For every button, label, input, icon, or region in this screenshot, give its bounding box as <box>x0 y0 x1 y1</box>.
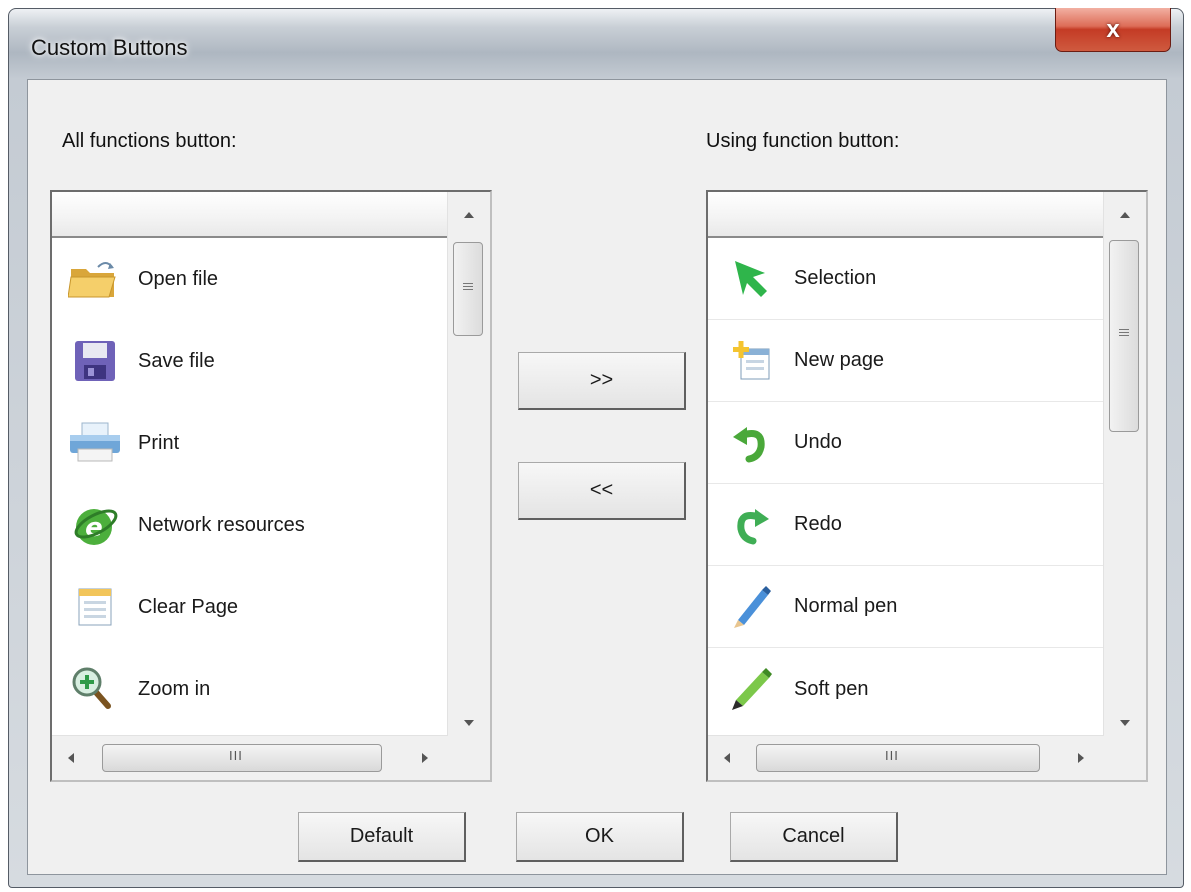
scroll-up-icon[interactable] <box>464 212 474 218</box>
clear-page-icon <box>68 584 122 630</box>
scroll-down-icon[interactable] <box>1120 720 1130 726</box>
horizontal-scrollbar[interactable]: III <box>708 735 1104 780</box>
list-item-label: Network resources <box>138 513 305 536</box>
list-item-label: Soft pen <box>794 677 869 700</box>
list-item-soft-pen[interactable]: Soft pen <box>708 648 1104 730</box>
list-item-undo[interactable]: Undo <box>708 402 1104 484</box>
list-header <box>708 192 1104 238</box>
list-item-new-page[interactable]: New page <box>708 320 1104 402</box>
scroll-up-icon[interactable] <box>1120 212 1130 218</box>
list-item-save-file[interactable]: Save file <box>52 320 448 402</box>
scroll-left-icon[interactable] <box>68 753 74 763</box>
remove-button-label: << <box>589 479 614 501</box>
list-item-label: Open file <box>138 267 219 290</box>
vertical-scroll-thumb[interactable] <box>453 242 483 336</box>
redo-icon <box>724 502 778 548</box>
scroll-right-icon[interactable] <box>422 753 428 763</box>
scroll-left-icon[interactable] <box>724 753 730 763</box>
cancel-button[interactable]: Cancel <box>730 812 898 862</box>
ok-button-label: OK <box>585 825 614 847</box>
dialog-body: All functions button: Using function but… <box>27 79 1167 875</box>
title-bar[interactable]: Custom Buttons x <box>9 8 1183 85</box>
normal-pen-icon <box>724 584 778 630</box>
using-functions-list[interactable]: Selection New page Undo Redo Normal pen … <box>706 190 1148 782</box>
vertical-scroll-thumb[interactable] <box>1109 240 1139 432</box>
list-item-label: Redo <box>794 513 842 535</box>
horizontal-scrollbar[interactable]: III <box>52 735 448 780</box>
default-button[interactable]: Default <box>298 812 466 862</box>
dialog-title: Custom Buttons <box>31 35 188 60</box>
open-folder-icon <box>68 256 122 302</box>
scroll-corner <box>1104 736 1146 780</box>
vertical-scrollbar[interactable] <box>1103 192 1146 738</box>
close-icon: x <box>1106 15 1120 43</box>
default-button-label: Default <box>349 825 414 847</box>
soft-pen-icon <box>724 666 778 712</box>
add-button[interactable]: >> <box>518 352 686 410</box>
list-item-zoom-in[interactable]: Zoom in <box>52 648 448 730</box>
remove-button[interactable]: << <box>518 462 686 520</box>
list-item-label: New page <box>794 349 885 371</box>
floppy-disk-icon <box>68 338 122 384</box>
grip-icon <box>463 283 473 292</box>
list-item-label: Selection <box>794 267 877 289</box>
printer-icon <box>68 420 122 466</box>
ok-button[interactable]: OK <box>516 812 684 862</box>
scroll-corner <box>448 736 490 780</box>
vertical-scrollbar[interactable] <box>447 192 490 738</box>
list-item-print[interactable]: Print <box>52 402 448 484</box>
add-button-label: >> <box>589 369 614 391</box>
list-item-network-resources[interactable]: e Network resources <box>52 484 448 566</box>
zoom-in-icon <box>68 666 122 712</box>
undo-icon <box>724 420 778 466</box>
list-header <box>52 192 448 238</box>
list-item-label: Print <box>138 431 180 454</box>
list-item-selection[interactable]: Selection <box>708 238 1104 320</box>
grip-icon: III <box>885 748 899 763</box>
grip-icon: III <box>229 748 243 763</box>
list-item-redo[interactable]: Redo <box>708 484 1104 566</box>
using-functions-label: Using function button: <box>706 130 900 152</box>
horizontal-scroll-thumb[interactable]: III <box>102 744 382 772</box>
list-item-label: Save file <box>138 349 215 372</box>
list-item-open-file[interactable]: Open file <box>52 238 448 320</box>
scroll-right-icon[interactable] <box>1078 753 1084 763</box>
list-item-label: Clear Page <box>138 595 239 618</box>
all-functions-list[interactable]: Open file Save file Print e Network reso… <box>50 190 492 782</box>
internet-explorer-icon: e <box>68 502 122 548</box>
new-page-icon <box>724 338 778 384</box>
list-item-normal-pen[interactable]: Normal pen <box>708 566 1104 648</box>
cancel-button-label: Cancel <box>782 825 845 847</box>
list-item-label: Undo <box>794 431 842 453</box>
all-functions-label: All functions button: <box>62 130 237 152</box>
horizontal-scroll-thumb[interactable]: III <box>756 744 1040 772</box>
grip-icon <box>1119 329 1129 338</box>
list-item-label: Zoom in <box>138 677 211 700</box>
close-button[interactable]: x <box>1055 8 1171 52</box>
selection-arrow-icon <box>724 256 778 302</box>
custom-buttons-dialog: Custom Buttons x All functions button: U… <box>8 8 1184 888</box>
list-item-clear-page[interactable]: Clear Page <box>52 566 448 648</box>
list-item-label: Normal pen <box>794 595 898 617</box>
scroll-down-icon[interactable] <box>464 720 474 726</box>
